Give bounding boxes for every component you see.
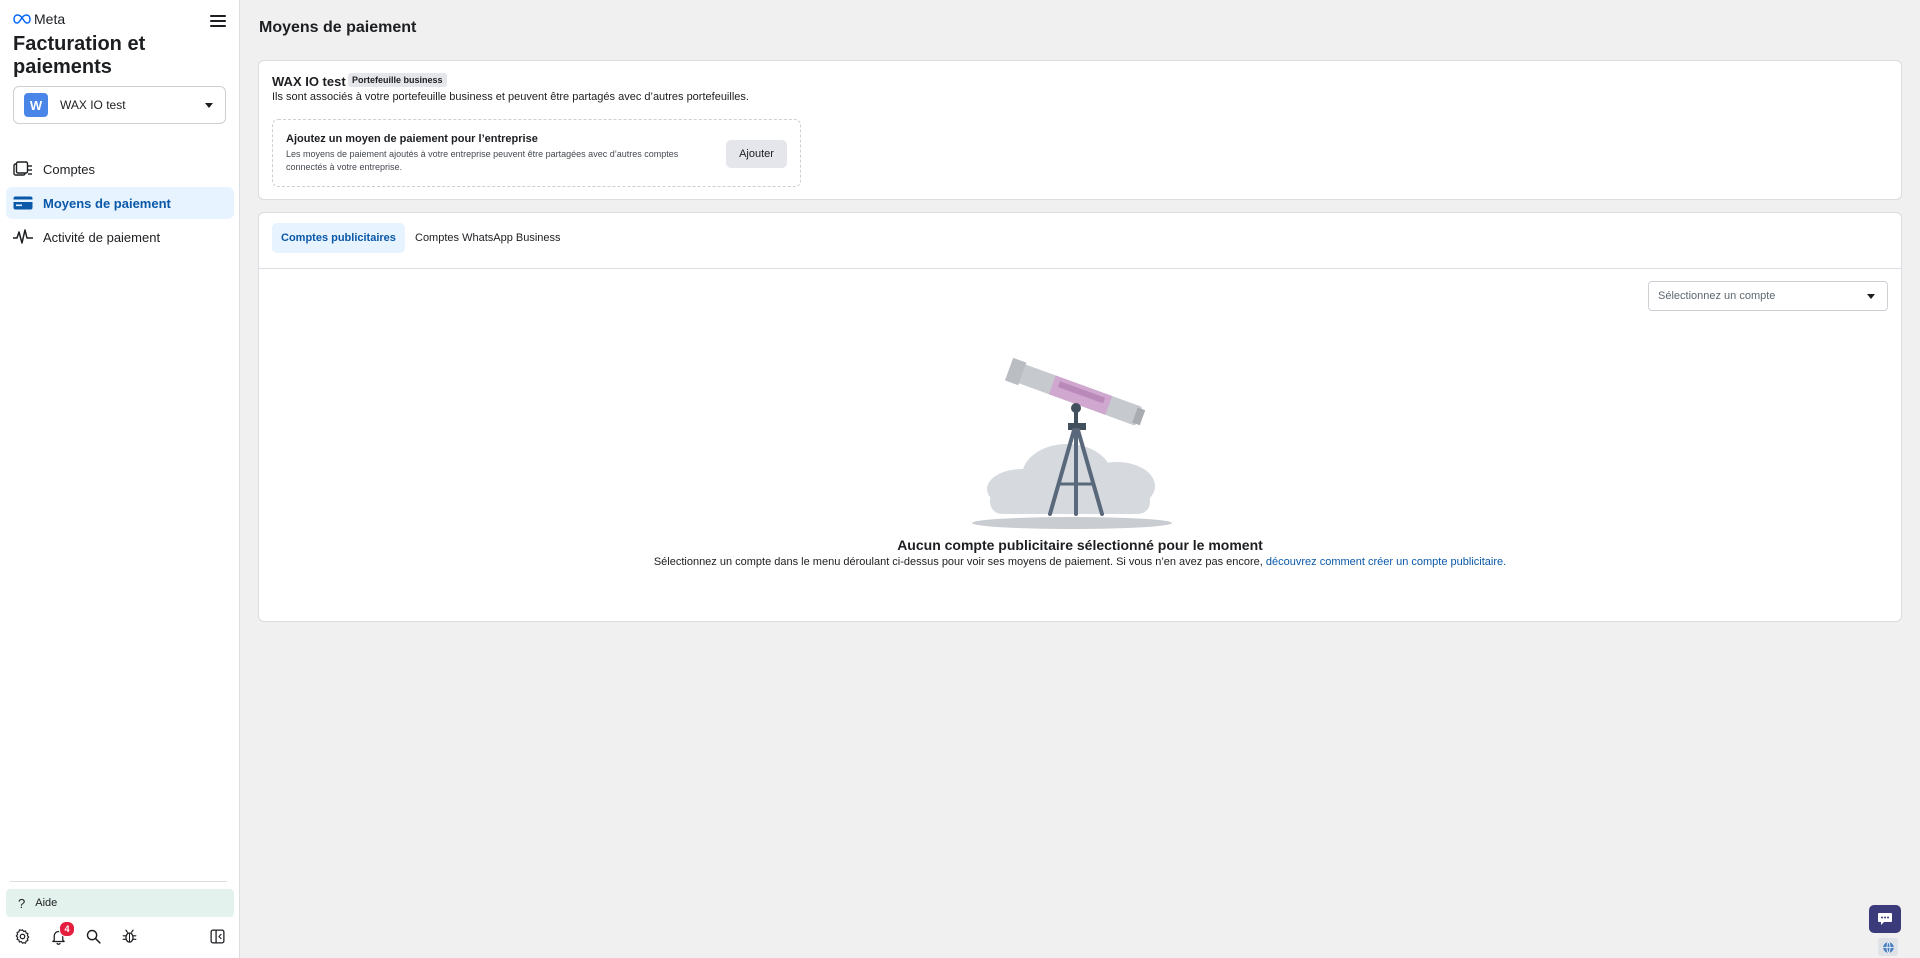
activity-pulse-icon [12, 228, 34, 246]
sidebar-divider [10, 881, 227, 882]
account-select-dropdown[interactable]: Sélectionnez un compte [1648, 281, 1888, 311]
notifications-bell-icon[interactable]: 4 [48, 921, 75, 946]
credit-card-icon [12, 194, 34, 212]
sidebar: Meta Facturation et paiements W WAX IO t… [0, 0, 240, 958]
account-avatar: W [24, 93, 48, 117]
meta-logo-text: Meta [34, 11, 66, 27]
empty-state-title: Aucun compte publicitaire sélectionné po… [897, 537, 1263, 553]
chat-support-button[interactable] [1869, 905, 1901, 933]
sidebar-nav: Comptes Moyens de paiement Activité de p… [6, 153, 234, 255]
account-select-placeholder: Sélectionnez un compte [1658, 290, 1776, 302]
help-label: Aide [35, 897, 58, 909]
search-icon[interactable] [83, 926, 103, 946]
sidebar-item-label: Activité de paiement [43, 229, 161, 245]
globe-icon [1882, 941, 1894, 953]
accounts-payment-card: Comptes publicitaires Comptes WhatsApp B… [258, 212, 1902, 622]
app-title: Facturation et paiements [13, 33, 146, 78]
create-ad-account-link[interactable]: découvrez comment créer un compte public… [1266, 556, 1506, 568]
settings-icon[interactable] [12, 926, 32, 946]
sidebar-bottom-toolbar: 4 [12, 921, 228, 948]
meta-infinity-icon [13, 14, 31, 24]
add-payment-description: Les moyens de paiement ajoutés à votre e… [286, 149, 679, 172]
business-name: WAX IO test [272, 74, 346, 89]
chevron-down-icon [1867, 293, 1875, 299]
notification-badge: 4 [59, 921, 75, 937]
sidebar-item-activite-de-paiement[interactable]: Activité de paiement [6, 221, 234, 253]
globe-language-button[interactable] [1878, 938, 1898, 956]
business-payment-card: WAX IO test Portefeuille business Ils so… [258, 60, 1902, 200]
account-type-tabs: Comptes publicitaires Comptes WhatsApp B… [259, 213, 1901, 269]
accounts-icon [12, 160, 34, 178]
empty-state-text: Sélectionnez un compte dans le menu déro… [653, 556, 1263, 568]
tab-comptes-whatsapp-business[interactable]: Comptes WhatsApp Business [406, 223, 570, 253]
empty-state-description: Sélectionnez un compte dans le menu déro… [259, 556, 1901, 568]
help-button[interactable]: ? Aide [6, 889, 234, 917]
add-payment-button[interactable]: Ajouter [726, 140, 787, 168]
chevron-down-icon [205, 102, 213, 108]
sidebar-item-comptes[interactable]: Comptes [6, 153, 234, 185]
tab-comptes-publicitaires[interactable]: Comptes publicitaires [272, 223, 405, 253]
page-title: Moyens de paiement [259, 19, 417, 36]
chat-bubble-icon [1878, 913, 1892, 925]
account-name: WAX IO test [60, 98, 126, 112]
business-description: Ils sont associés à votre portefeuille b… [272, 91, 749, 103]
add-payment-method-box: Ajoutez un moyen de paiement pour l’entr… [272, 119, 801, 187]
business-portfolio-badge: Portefeuille business [348, 73, 447, 87]
question-icon: ? [18, 895, 26, 911]
business-account-selector[interactable]: W WAX IO test [13, 86, 226, 124]
telescope-illustration [962, 356, 1182, 536]
bug-report-icon[interactable] [119, 926, 139, 946]
panel-toggle-icon[interactable] [207, 926, 227, 946]
sidebar-item-label: Moyens de paiement [43, 195, 171, 211]
menu-toggle-button[interactable] [208, 12, 228, 30]
add-payment-title: Ajoutez un moyen de paiement pour l’entr… [286, 133, 538, 145]
meta-logo[interactable]: Meta [13, 11, 65, 27]
sidebar-item-moyens-de-paiement[interactable]: Moyens de paiement [6, 187, 234, 219]
sidebar-item-label: Comptes [43, 161, 96, 177]
